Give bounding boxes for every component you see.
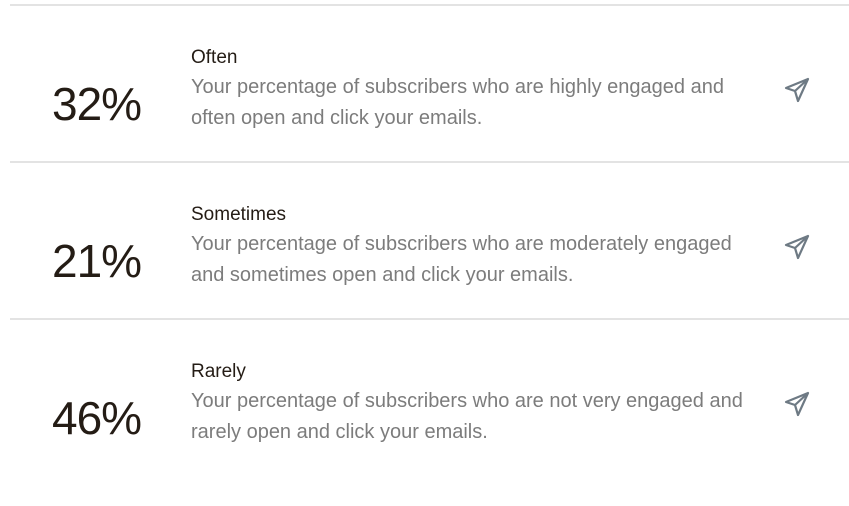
segment-percent: 21% (52, 235, 142, 287)
segment-description: Your percentage of subscribers who are n… (191, 390, 743, 443)
segment-row-often: 32% Often Your percentage of subscribers… (0, 36, 849, 192)
segment-row-sometimes: 21% Sometimes Your percentage of subscri… (0, 193, 849, 349)
divider (10, 161, 849, 163)
send-campaign-button[interactable] (783, 390, 811, 418)
segment-title: Sometimes (191, 204, 287, 225)
send-campaign-button[interactable] (783, 233, 811, 261)
segment-percent: 46% (52, 392, 142, 444)
paper-plane-icon (784, 77, 810, 103)
segment-row-rarely: 46% Rarely Your percentage of subscriber… (0, 350, 849, 506)
divider-top (10, 4, 849, 6)
segment-title: Often (191, 47, 238, 68)
send-campaign-button[interactable] (783, 76, 811, 104)
segment-description: Your percentage of subscribers who are h… (191, 76, 724, 129)
segment-title: Rarely (191, 361, 246, 382)
segment-percent: 32% (52, 78, 142, 130)
paper-plane-icon (784, 391, 810, 417)
divider (10, 318, 849, 320)
paper-plane-icon (784, 234, 810, 260)
segment-description: Your percentage of subscribers who are m… (191, 233, 732, 286)
